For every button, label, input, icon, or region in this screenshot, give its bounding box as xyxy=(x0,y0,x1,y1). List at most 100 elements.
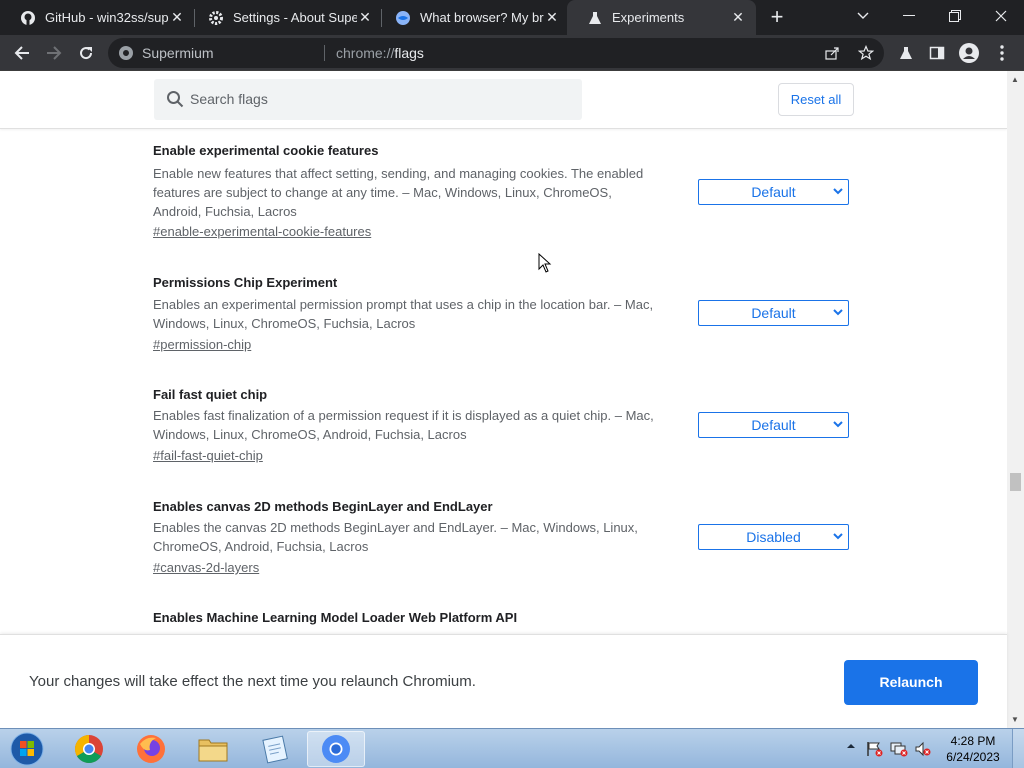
close-window-button[interactable] xyxy=(978,0,1024,32)
tab-settings[interactable]: Settings - About Supermium ✕ xyxy=(188,0,383,35)
reload-button[interactable] xyxy=(72,39,100,67)
action-center-flag-icon[interactable] xyxy=(866,741,884,757)
flag-item: Enables canvas 2D methods BeginLayer and… xyxy=(153,499,853,589)
arrow-left-icon xyxy=(14,46,29,60)
url-path: flags xyxy=(394,45,424,61)
avatar-icon xyxy=(959,43,979,63)
flag-description: Enable new features that affect setting,… xyxy=(153,166,644,219)
tab-title: GitHub - win32ss/supermium xyxy=(45,10,169,25)
search-header: Search flags Reset all xyxy=(0,71,1007,129)
side-panel-button[interactable] xyxy=(923,39,951,67)
gear-icon xyxy=(209,10,223,25)
volume-muted-icon[interactable] xyxy=(914,741,932,757)
new-tab-button[interactable]: + xyxy=(764,5,790,31)
labs-button[interactable] xyxy=(892,39,920,67)
taskbar-chromium[interactable] xyxy=(307,731,365,767)
reset-all-button[interactable]: Reset all xyxy=(778,83,854,116)
divider xyxy=(324,45,325,61)
chromium-icon xyxy=(322,735,350,763)
chevron-down-icon xyxy=(857,12,869,19)
flag-select[interactable]: Disabled xyxy=(698,524,849,550)
relaunch-button[interactable]: Relaunch xyxy=(844,660,978,705)
clock-date: 6/24/2023 xyxy=(946,750,1000,764)
profile-button[interactable] xyxy=(955,39,983,67)
flag-link[interactable]: #fail-fast-quiet-chip xyxy=(153,448,263,463)
flag-select-value: Default xyxy=(751,305,796,321)
arrow-right-icon xyxy=(47,46,62,60)
back-button[interactable] xyxy=(8,39,36,67)
chevron-down-icon xyxy=(833,421,843,428)
tab-github[interactable]: GitHub - win32ss/supermium ✕ xyxy=(0,0,195,35)
chevron-down-icon xyxy=(833,533,843,540)
show-desktop-button[interactable] xyxy=(1012,729,1024,768)
windows-start-icon xyxy=(10,732,44,766)
browser-toolbar: Supermium chrome://flags xyxy=(0,35,1024,71)
reload-icon xyxy=(80,47,93,60)
menu-button[interactable] xyxy=(988,39,1016,67)
kebab-menu-icon xyxy=(1000,45,1004,61)
flag-item: Fail fast quiet chip Enables fast finali… xyxy=(153,387,853,477)
minimize-button[interactable] xyxy=(886,0,932,32)
relaunch-message: Your changes will take effect the next t… xyxy=(29,673,476,690)
flag-name: Permissions Chip Experiment xyxy=(153,275,338,290)
tab-experiments[interactable]: Experiments ✕ xyxy=(567,0,756,35)
close-icon xyxy=(995,10,1007,22)
chevron-up-icon[interactable] xyxy=(846,741,856,751)
taskbar: 4:28 PM 6/24/2023 xyxy=(0,728,1024,768)
flag-select[interactable]: Default xyxy=(698,179,849,205)
start-button[interactable] xyxy=(0,731,54,767)
flag-select[interactable]: Default xyxy=(698,412,849,438)
flag-description: Enables an experimental permission promp… xyxy=(153,297,654,331)
address-bar[interactable]: Supermium chrome://flags xyxy=(108,38,884,68)
flag-link[interactable]: #enable-experimental-cookie-features xyxy=(153,224,371,239)
taskbar-firefox[interactable] xyxy=(122,731,180,767)
scroll-thumb[interactable] xyxy=(1010,473,1021,491)
minimize-icon xyxy=(903,15,915,16)
site-label: Supermium xyxy=(142,45,214,61)
network-icon[interactable] xyxy=(890,741,908,757)
restore-button[interactable] xyxy=(932,0,978,32)
page-scrollbar[interactable]: ▲ ▼ xyxy=(1007,71,1024,728)
taskbar-explorer[interactable] xyxy=(184,731,242,767)
chrome-icon xyxy=(75,735,103,763)
close-icon[interactable]: ✕ xyxy=(357,9,373,26)
relaunch-bar: Your changes will take effect the next t… xyxy=(0,634,1007,728)
tab-what-browser[interactable]: What browser? My browser is ✕ xyxy=(375,0,570,35)
side-panel-icon xyxy=(929,46,945,60)
share-icon[interactable] xyxy=(825,46,840,60)
flag-link[interactable]: #permission-chip xyxy=(153,337,251,352)
scroll-down-icon[interactable]: ▼ xyxy=(1011,715,1019,724)
search-placeholder: Search flags xyxy=(190,91,268,107)
chevron-down-icon xyxy=(833,188,843,195)
flag-link[interactable]: #canvas-2d-layers xyxy=(153,560,259,575)
forward-button[interactable] xyxy=(40,39,68,67)
close-icon[interactable]: ✕ xyxy=(544,9,560,26)
star-icon[interactable] xyxy=(858,45,874,61)
flag-item: Enables Machine Learning Model Loader We… xyxy=(153,610,853,634)
tab-search-button[interactable] xyxy=(840,0,886,32)
notepad-icon xyxy=(262,735,288,764)
flag-description: Enables fast finalization of a permissio… xyxy=(153,408,654,442)
system-clock[interactable]: 4:28 PM 6/24/2023 xyxy=(940,733,1006,765)
mouse-cursor-icon xyxy=(538,253,552,273)
scroll-up-icon[interactable]: ▲ xyxy=(1011,75,1019,84)
firefox-icon xyxy=(137,735,165,763)
taskbar-notepad[interactable] xyxy=(246,731,304,767)
flag-name: Enables canvas 2D methods BeginLayer and… xyxy=(153,499,493,514)
close-icon[interactable]: ✕ xyxy=(169,9,185,26)
globe-icon xyxy=(396,10,410,25)
flask-icon xyxy=(900,47,912,59)
github-icon xyxy=(21,10,35,25)
tab-strip: GitHub - win32ss/supermium ✕ Settings - … xyxy=(0,0,1024,35)
tab-title: What browser? My browser is xyxy=(420,10,544,25)
supermium-icon xyxy=(119,46,133,60)
flag-select-value: Default xyxy=(751,417,796,433)
flag-select-value: Disabled xyxy=(746,529,801,545)
close-icon[interactable]: ✕ xyxy=(730,9,746,26)
search-input[interactable]: Search flags xyxy=(154,79,582,120)
flag-select[interactable]: Default xyxy=(698,300,849,326)
taskbar-chrome[interactable] xyxy=(60,731,118,767)
chevron-down-icon xyxy=(833,309,843,316)
flag-item: Permissions Chip Experiment Enables an e… xyxy=(153,275,853,365)
url-text: chrome://flags xyxy=(336,45,424,61)
